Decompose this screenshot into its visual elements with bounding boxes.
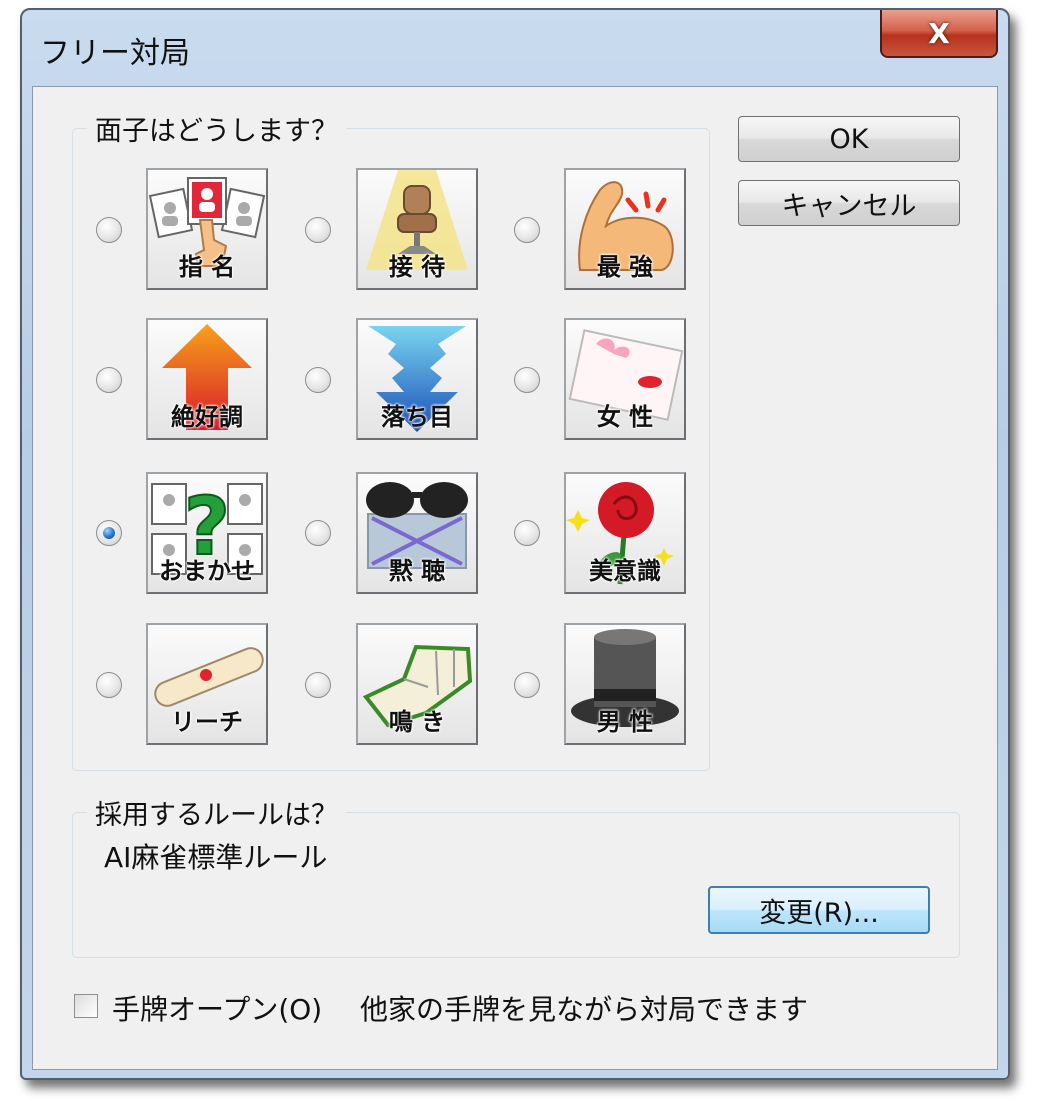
change-rule-button[interactable]: 変更(R)... bbox=[708, 886, 930, 934]
title-bar[interactable]: フリー対局 X bbox=[22, 10, 1008, 86]
tile-settai[interactable]: 接 待 bbox=[356, 168, 478, 290]
radio-settai[interactable] bbox=[305, 217, 331, 243]
tile-zekkouchou[interactable]: 絶好調 bbox=[146, 318, 268, 440]
close-icon: X bbox=[928, 16, 950, 50]
tile-label: 黙 聴 bbox=[388, 557, 446, 585]
rule-group-legend: 採用するルールは？ bbox=[87, 793, 346, 832]
tile-biishiki[interactable]: 美意識 bbox=[564, 472, 686, 594]
radio-riichi[interactable] bbox=[96, 672, 122, 698]
window-title: フリー対局 bbox=[40, 36, 190, 71]
tile-label: 男 性 bbox=[596, 708, 654, 736]
tile-ochime[interactable]: 落ち目 bbox=[356, 318, 478, 440]
radio-naki[interactable] bbox=[305, 672, 331, 698]
tile-omakase[interactable]: ? おまかせ bbox=[146, 472, 268, 594]
open-hand-description: 他家の手牌を見ながら対局できます bbox=[360, 993, 809, 1026]
tile-damaten[interactable]: 黙 聴 bbox=[356, 472, 478, 594]
close-button[interactable]: X bbox=[880, 10, 998, 58]
tile-label: 絶好調 bbox=[171, 403, 243, 431]
tile-naki[interactable]: 鳴 き bbox=[356, 623, 478, 745]
rule-group: 採用するルールは？ bbox=[72, 793, 960, 958]
radio-saikyou[interactable] bbox=[514, 217, 540, 243]
tile-josei[interactable]: 女 性 bbox=[564, 318, 686, 440]
tile-saikyou[interactable]: 最 強 bbox=[564, 168, 686, 290]
cancel-button[interactable]: キャンセル bbox=[738, 180, 960, 226]
tile-riichi[interactable]: リーチ bbox=[146, 623, 268, 745]
open-hand-checkbox[interactable] bbox=[74, 994, 98, 1018]
radio-josei[interactable] bbox=[514, 367, 540, 393]
ok-button[interactable]: OK bbox=[738, 116, 960, 162]
rule-value: AI麻雀標準ルール bbox=[104, 841, 328, 874]
tile-label: 指 名 bbox=[178, 253, 236, 281]
tile-label: 落ち目 bbox=[381, 403, 453, 431]
tile-label: 女 性 bbox=[596, 403, 654, 431]
tile-label: 鳴 き bbox=[388, 708, 446, 736]
opponent-group-legend: 面子はどうします？ bbox=[87, 109, 346, 148]
tile-label: リーチ bbox=[171, 708, 243, 736]
tile-dansei[interactable]: 男 性 bbox=[564, 623, 686, 745]
tile-label: 最 強 bbox=[596, 253, 654, 281]
tile-shimei[interactable]: 指 名 bbox=[146, 168, 268, 290]
open-hand-label[interactable]: 手牌オープン(O) bbox=[112, 988, 322, 1028]
radio-ochime[interactable] bbox=[305, 367, 331, 393]
radio-shimei[interactable] bbox=[96, 217, 122, 243]
tile-label: 接 待 bbox=[388, 253, 446, 281]
radio-biishiki[interactable] bbox=[514, 520, 540, 546]
radio-dansei[interactable] bbox=[514, 672, 540, 698]
radio-zekkouchou[interactable] bbox=[96, 367, 122, 393]
tile-label: 美意識 bbox=[589, 557, 661, 585]
tile-label: おまかせ bbox=[159, 557, 255, 585]
radio-damaten[interactable] bbox=[305, 520, 331, 546]
radio-omakase[interactable] bbox=[96, 520, 122, 546]
